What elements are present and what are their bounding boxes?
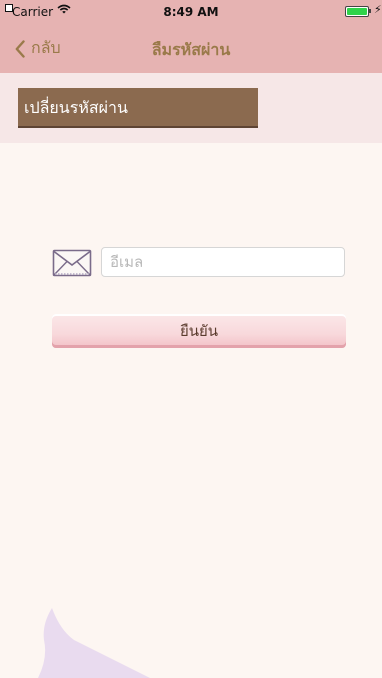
confirm-button[interactable]: ยืนยัน: [52, 314, 346, 348]
navigation-bar: Carrier 8:49 AM ⚡ กลับ ลืมรหัสผ่าน: [0, 0, 382, 73]
envelope-icon: [52, 249, 92, 277]
status-bar: Carrier 8:49 AM ⚡: [0, 0, 382, 22]
email-field[interactable]: [101, 247, 345, 277]
decorative-shape: [38, 608, 150, 678]
page-title: ลืมรหัสผ่าน: [151, 40, 231, 59]
battery-icon: [345, 6, 369, 17]
battery-tip: [369, 9, 371, 13]
status-time: 8:49 AM: [163, 5, 219, 19]
bolt-icon: ⚡: [374, 3, 382, 16]
section-title: เปลี่ยนรหัสผ่าน: [18, 88, 258, 128]
battery-level: [347, 8, 367, 15]
